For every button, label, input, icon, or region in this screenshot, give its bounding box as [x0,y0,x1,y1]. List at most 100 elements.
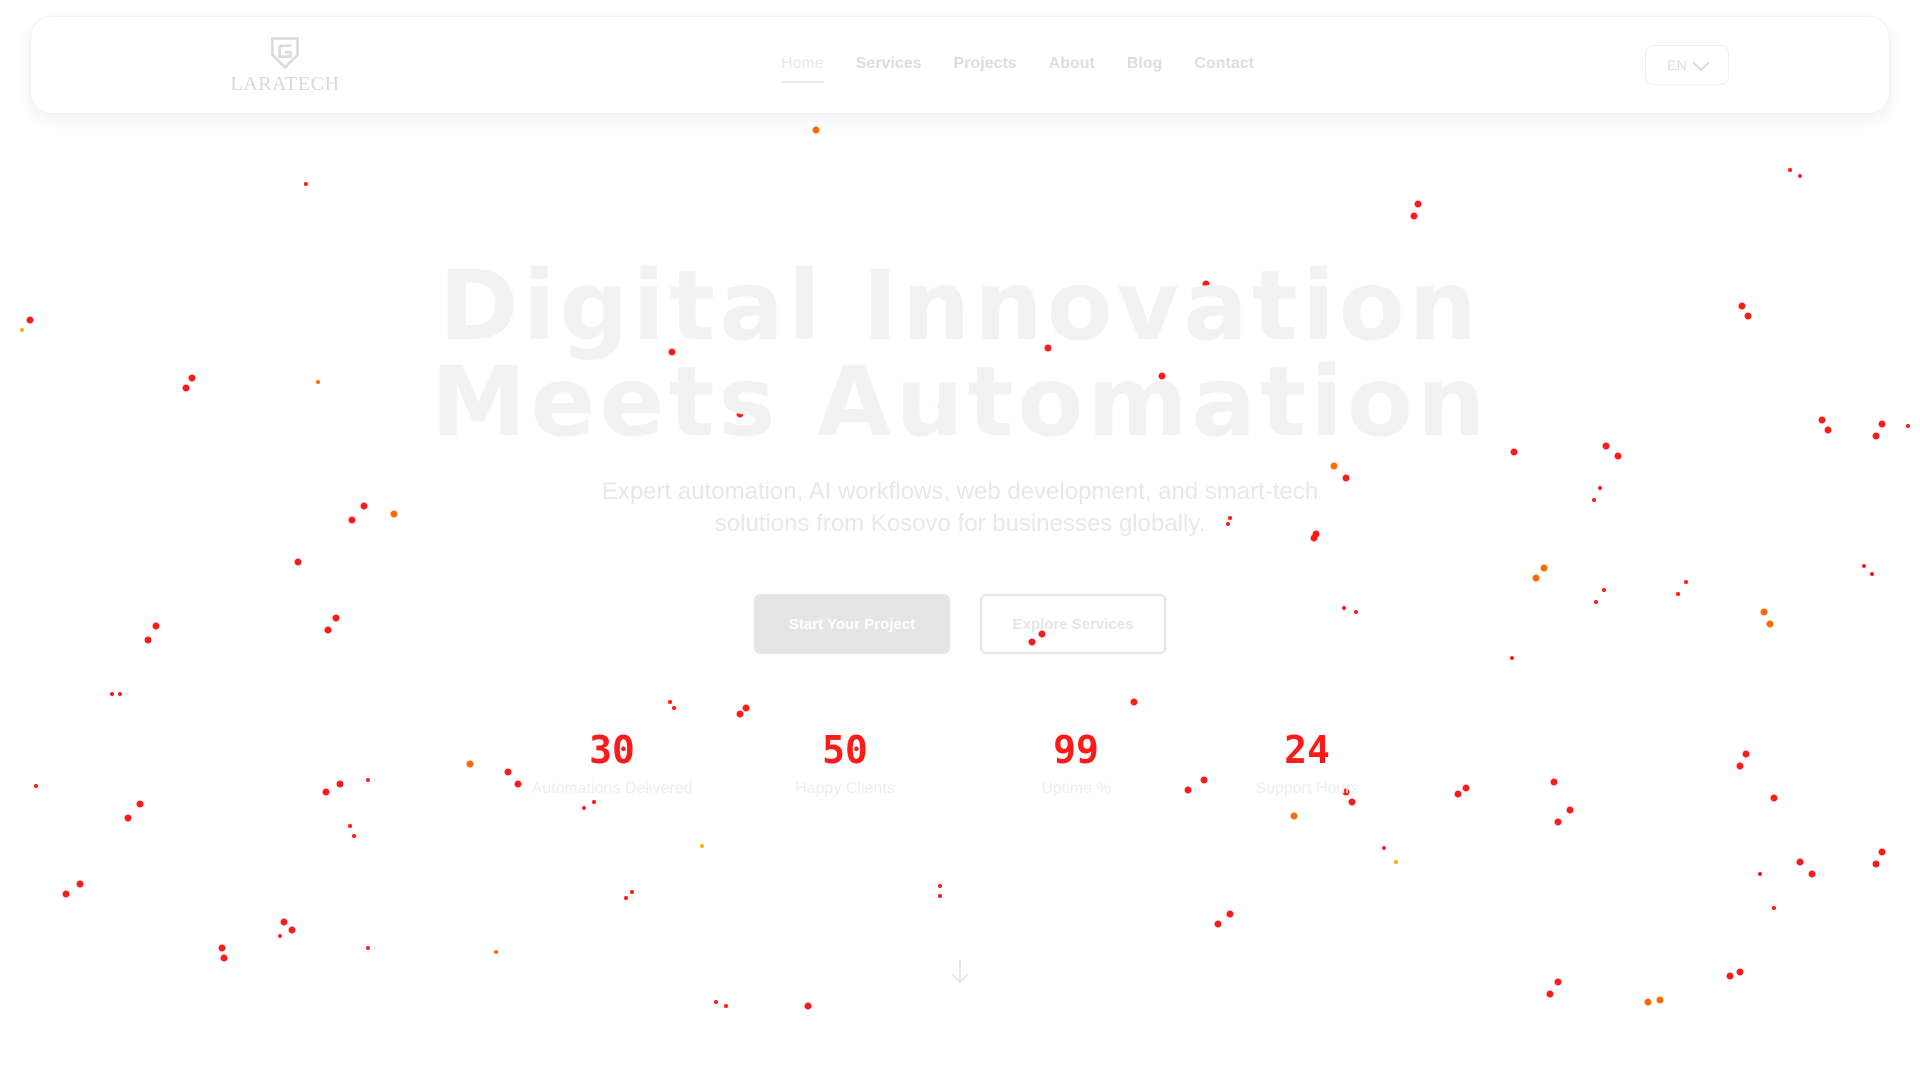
particle [1410,212,1418,220]
particle [1770,794,1778,802]
particle [218,944,226,952]
particle [1656,996,1664,1004]
particle [672,706,676,710]
particle [630,890,634,894]
particle [152,622,160,630]
particle [1614,452,1622,460]
particle [1554,818,1562,826]
particle [336,780,344,788]
particle [812,126,820,134]
chevron-down-icon [1692,54,1710,72]
particle [1798,174,1802,178]
particle [136,800,144,808]
particle [1554,978,1562,986]
particle [1870,572,1874,576]
particle [110,692,114,696]
particle [804,1002,812,1010]
particle [366,778,370,782]
particle [352,834,356,838]
particle [1736,762,1744,770]
language-selector[interactable]: EN [1645,45,1729,85]
main-navigation: Home Services Projects About Blog Contac… [781,55,1286,83]
particle [144,636,152,644]
brand-name: LARATECH [230,73,340,95]
page: LARATECH Home Services Projects About Bl… [0,0,1920,1080]
hero-subtitle-line-2: solutions from Kosovo for businesses glo… [714,510,1206,537]
particle [938,884,942,888]
particle [1758,872,1762,876]
particle [1540,564,1548,572]
particle [1736,968,1744,976]
nav-home[interactable]: Home [781,55,824,83]
hero-title-line-2: Meets Automation [430,346,1490,458]
nav-blog[interactable]: Blog [1127,55,1163,83]
stat-value: 50 [822,728,868,772]
nav-projects[interactable]: Projects [954,55,1017,83]
stat-value: 24 [1284,728,1330,772]
stat-automations: 30 Automations Delivered [497,728,727,798]
start-project-button[interactable]: Start Your Project [754,594,950,654]
particle [1602,588,1606,592]
stat-label: Support Hours [1255,780,1359,797]
particle [1532,574,1540,582]
nav-contact[interactable]: Contact [1194,55,1254,83]
particle [288,926,296,934]
particle [1592,498,1596,502]
particle [1726,972,1734,980]
particle [592,800,596,804]
particle [1862,564,1866,568]
particle [1566,806,1574,814]
particle [1290,812,1298,820]
particle [1130,698,1138,706]
shield-logo-icon [271,37,299,70]
particle [1760,608,1768,616]
brand-logo[interactable]: LARATECH [225,35,345,105]
particle [714,1000,718,1004]
particle [700,844,704,848]
particle [34,784,38,788]
arrow-down-icon[interactable] [948,958,972,986]
nav-about[interactable]: About [1049,55,1095,83]
particle [1330,462,1338,470]
particle [724,1004,728,1008]
explore-services-button[interactable]: Explore Services [980,594,1166,654]
particle [494,950,498,954]
particle [348,824,352,828]
particle [390,510,398,518]
particle [1676,592,1680,596]
particle [466,760,474,768]
nav-services[interactable]: Services [856,55,922,83]
particle [304,182,308,186]
particle [1598,486,1602,490]
particle [1766,620,1774,628]
top-navbar: LARATECH Home Services Projects About Bl… [30,16,1890,114]
particle [1644,998,1652,1006]
particle [1594,600,1598,604]
particle [366,946,370,950]
particle [1872,860,1880,868]
particle [938,894,942,898]
particle [1454,790,1462,798]
particle [1510,656,1514,660]
particle [324,626,332,634]
particle [1342,606,1346,610]
particle [1788,168,1792,172]
particle [76,880,84,888]
stat-label: Uptime % [1041,780,1111,797]
particle [1742,750,1750,758]
particle [62,890,70,898]
particle [332,614,340,622]
particle [1414,200,1422,208]
hero-title-line-1: Digital Innovation [438,250,1482,362]
hero-subtitle-line-1: Expert automation, AI workflows, web dev… [601,478,1319,505]
particle [1796,858,1804,866]
particle [1354,610,1358,614]
stat-label: Happy Clients [795,780,895,797]
particle [624,896,628,900]
particle [360,502,368,510]
particle [1394,860,1398,864]
language-label: EN [1667,57,1687,73]
particle [1382,846,1386,850]
stat-value: 30 [589,728,635,772]
particle [220,954,228,962]
